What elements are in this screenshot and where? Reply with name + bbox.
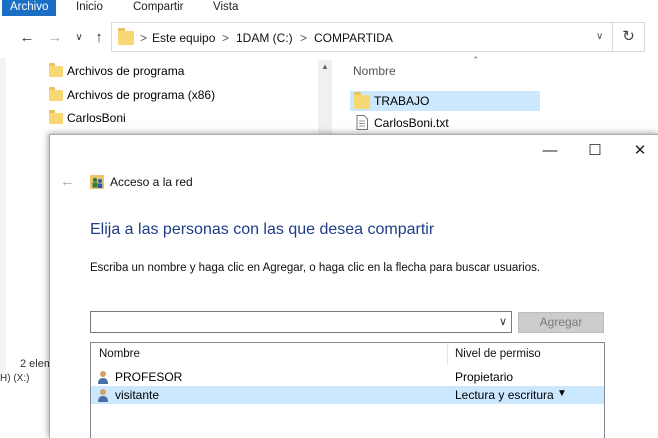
nav-item-label: CarlosBoni (67, 111, 126, 125)
column-header-permission[interactable]: Nivel de permiso (455, 348, 541, 360)
chevron-down-icon[interactable]: ∨ (499, 315, 507, 328)
ribbon-tabs: Archivo Inicio Compartir Vista (0, 0, 658, 16)
column-header-nombre[interactable]: Nombre (99, 348, 140, 360)
recent-locations-button[interactable]: ∨ (70, 29, 88, 47)
folder-icon (354, 92, 370, 109)
file-item-carlosboni-txt[interactable]: CarlosBoni.txt (350, 113, 540, 133)
nav-item-label: Archivos de programa (67, 64, 185, 78)
nav-item-archivos-de-programa[interactable]: Archivos de programa (47, 61, 317, 81)
column-header-nombre[interactable]: Nombre (353, 64, 396, 78)
breadcrumb-separator: > (300, 31, 308, 45)
left-pane-edge (0, 58, 6, 378)
dropdown-arrow-icon[interactable]: ▼ (557, 388, 567, 399)
folder-icon (49, 63, 63, 77)
refresh-button[interactable]: ↻ (613, 22, 645, 52)
nav-item-label: Archivos de programa (x86) (67, 88, 216, 102)
table-row[interactable]: PROFESOR Propietario (91, 368, 604, 386)
dialog-heading: Elija a las personas con las que desea c… (90, 221, 435, 238)
maximize-button[interactable]: ☐ (585, 143, 605, 159)
back-button[interactable]: ← (18, 29, 36, 47)
breadcrumb-este-equipo[interactable]: Este equipo (152, 31, 215, 45)
breadcrumb-separator: > (140, 31, 148, 45)
permissions-table: Nombre Nivel de permiso PROFESOR Propiet… (90, 342, 605, 438)
network-users-icon (90, 175, 104, 189)
address-dropdown-icon[interactable]: ∨ (596, 31, 603, 42)
permission-level: Propietario (455, 370, 514, 384)
user-name: PROFESOR (115, 370, 183, 384)
tab-archivo[interactable]: Archivo (2, 0, 57, 16)
user-name-combobox[interactable]: ∨ (90, 311, 512, 333)
user-icon (98, 371, 108, 384)
nav-scrollbar[interactable]: ▲ (318, 60, 332, 140)
text-file-icon (356, 115, 368, 130)
status-drive-label: H) (X:) (0, 373, 30, 384)
dialog-instruction: Escriba un nombre y haga clic en Agregar… (90, 262, 541, 274)
table-header: Nombre Nivel de permiso (91, 343, 604, 365)
column-divider (447, 343, 448, 365)
minimize-button[interactable]: — (540, 143, 560, 159)
tab-inicio[interactable]: Inicio (76, 0, 103, 16)
file-name: CarlosBoni.txt (374, 116, 449, 130)
nav-item-carlosboni[interactable]: CarlosBoni (47, 108, 317, 128)
breadcrumb-separator: > (222, 31, 230, 45)
permission-dropdown[interactable]: Lectura y escritura (455, 388, 554, 402)
up-button[interactable]: ↑ (90, 29, 108, 47)
tab-compartir[interactable]: Compartir (133, 0, 183, 16)
folder-icon (49, 110, 63, 124)
network-access-dialog: — ☐ ✕ ← Acceso a la red Elija a las pers… (49, 134, 658, 438)
address-bar[interactable]: > Este equipo > 1DAM (C:) > COMPARTIDA ∨ (111, 22, 613, 52)
back-arrow-icon[interactable]: ← (60, 173, 75, 190)
breadcrumb-drive[interactable]: 1DAM (C:) (236, 31, 293, 45)
table-row[interactable]: visitante Lectura y escritura ▼ (91, 386, 604, 404)
user-icon (98, 389, 108, 402)
file-item-trabajo[interactable]: TRABAJO (350, 91, 540, 111)
tab-vista[interactable]: Vista (213, 0, 238, 16)
sort-indicator-icon: ⌃ (472, 55, 480, 65)
folder-icon (118, 28, 134, 45)
folder-icon (49, 87, 63, 101)
file-name: TRABAJO (374, 94, 430, 108)
nav-item-archivos-de-programa-x86[interactable]: Archivos de programa (x86) (47, 85, 317, 105)
dialog-title: Acceso a la red (110, 175, 193, 189)
add-button[interactable]: Agregar (518, 312, 604, 333)
user-name: visitante (115, 388, 160, 402)
forward-button[interactable]: → (46, 29, 64, 47)
close-button[interactable]: ✕ (630, 143, 650, 159)
scroll-up-icon[interactable]: ▲ (321, 62, 329, 71)
breadcrumb-compartida[interactable]: COMPARTIDA (314, 31, 393, 45)
